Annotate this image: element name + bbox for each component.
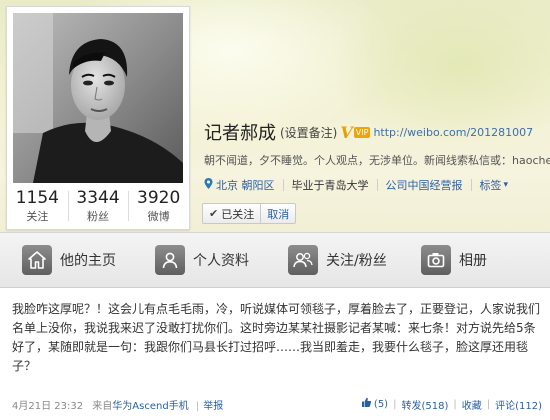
stat-posts-label: 微博	[147, 210, 170, 223]
tab-profile-info-label: 个人资料	[193, 253, 249, 269]
post-meta: 4月21日 23:32 来自华为Ascend手机 | 举报	[12, 397, 223, 412]
profile-bio: 朝不闻道，夕不睡觉。个人观点，无涉单位。新闻线索私信或：haochen	[204, 154, 550, 167]
followed-status: ✔ 已关注	[203, 204, 262, 223]
profile-url-link[interactable]: http://weibo.com/201281007	[373, 126, 533, 139]
location-link[interactable]: 北京 朝阳区	[216, 177, 275, 193]
profile-tabs: 他的主页 个人资料 关注/粉丝 相册	[0, 232, 550, 288]
user-name: 记者郝成	[204, 123, 276, 144]
checkmark-icon: ✔	[209, 207, 219, 220]
unfollow-button[interactable]: 取消	[261, 204, 295, 223]
tab-home-label: 他的主页	[60, 253, 116, 269]
tab-follow-fans[interactable]: 关注/粉丝	[288, 233, 421, 287]
stat-following-label: 关注	[26, 210, 49, 223]
location-item: 北京 朝阳区	[204, 177, 275, 193]
actions-divider: |	[393, 398, 397, 410]
stat-following[interactable]: 1154 关注	[7, 185, 68, 229]
profile-info-row: 北京 朝阳区 毕业于青岛大学 公司中国经营报 标签 ▾	[204, 176, 550, 194]
location-pin-icon	[204, 178, 213, 192]
stat-posts[interactable]: 3920 微博	[128, 185, 189, 229]
school-info: 毕业于青岛大学	[291, 179, 369, 192]
tab-follow-fans-label: 关注/粉丝	[326, 253, 387, 269]
post-source-link[interactable]: 华为Ascend手机	[112, 401, 188, 412]
avatar[interactable]	[13, 13, 183, 183]
follow-controls: ✔ 已关注 取消	[202, 203, 297, 224]
actions-divider: |	[486, 398, 491, 410]
info-divider	[282, 179, 284, 191]
info-divider	[470, 179, 472, 191]
followed-label: 已关注	[221, 207, 255, 221]
camera-icon	[421, 245, 451, 275]
post-footer: 4月21日 23:32 来自华为Ascend手机 | 举报 (5) | 转发(51…	[12, 396, 542, 412]
profile-name-row: 记者郝成 (设置备注) V VIP http://weibo.com/20128…	[204, 120, 550, 145]
stat-posts-count: 3920	[137, 188, 181, 208]
info-divider	[376, 179, 378, 191]
stat-followers[interactable]: 3344 粉丝	[67, 185, 129, 229]
set-remark-link[interactable]: (设置备注)	[280, 124, 337, 141]
favorite-button[interactable]: 收藏	[462, 397, 482, 412]
profile-card: 1154 关注 3344 粉丝 3920 微博	[6, 6, 190, 230]
stat-following-count: 1154	[15, 188, 59, 208]
thumbs-up-icon	[361, 397, 372, 411]
tags-dropdown[interactable]: 标签 ▾	[480, 177, 509, 193]
repost-button[interactable]: 转发(518)	[401, 397, 448, 412]
tab-album-label: 相册	[459, 253, 487, 269]
like-count: (5)	[373, 398, 389, 410]
post-time-link[interactable]: 4月21日 23:32	[12, 401, 83, 412]
verified-icon[interactable]: V	[340, 123, 352, 142]
report-link[interactable]: 举报	[203, 401, 223, 412]
tab-album[interactable]: 相册	[421, 233, 531, 287]
tab-profile-info[interactable]: 个人资料	[155, 233, 288, 287]
comment-button[interactable]: 评论(112)	[495, 397, 542, 412]
tags-label: 标签	[479, 179, 502, 192]
stat-followers-label: 粉丝	[87, 210, 109, 223]
profile-stats: 1154 关注 3344 粉丝 3920 微博	[7, 185, 189, 229]
person-icon	[155, 245, 185, 275]
company-link[interactable]: 公司中国经营报	[386, 177, 463, 193]
footer-divider: |	[195, 400, 200, 412]
like-button[interactable]: (5)	[361, 397, 388, 411]
actions-divider: |	[453, 398, 457, 410]
vip-badge-icon[interactable]: VIP	[353, 126, 371, 138]
avatar-photo	[13, 13, 183, 183]
stat-followers-count: 3344	[76, 188, 120, 208]
home-icon	[22, 245, 52, 275]
chevron-down-icon: ▾	[503, 180, 509, 190]
users-icon	[288, 245, 318, 275]
post-source-prefix: 来自	[92, 400, 113, 412]
post-actions: (5) | 转发(518) | 收藏 | 评论(112)	[361, 397, 542, 412]
tab-home[interactable]: 他的主页	[22, 233, 155, 287]
post-text: 我脸咋这厚呢？！这会儿有点毛毛雨，冷，听说媒体可领毯子，厚着脸去了，正要登记，人…	[12, 302, 541, 373]
